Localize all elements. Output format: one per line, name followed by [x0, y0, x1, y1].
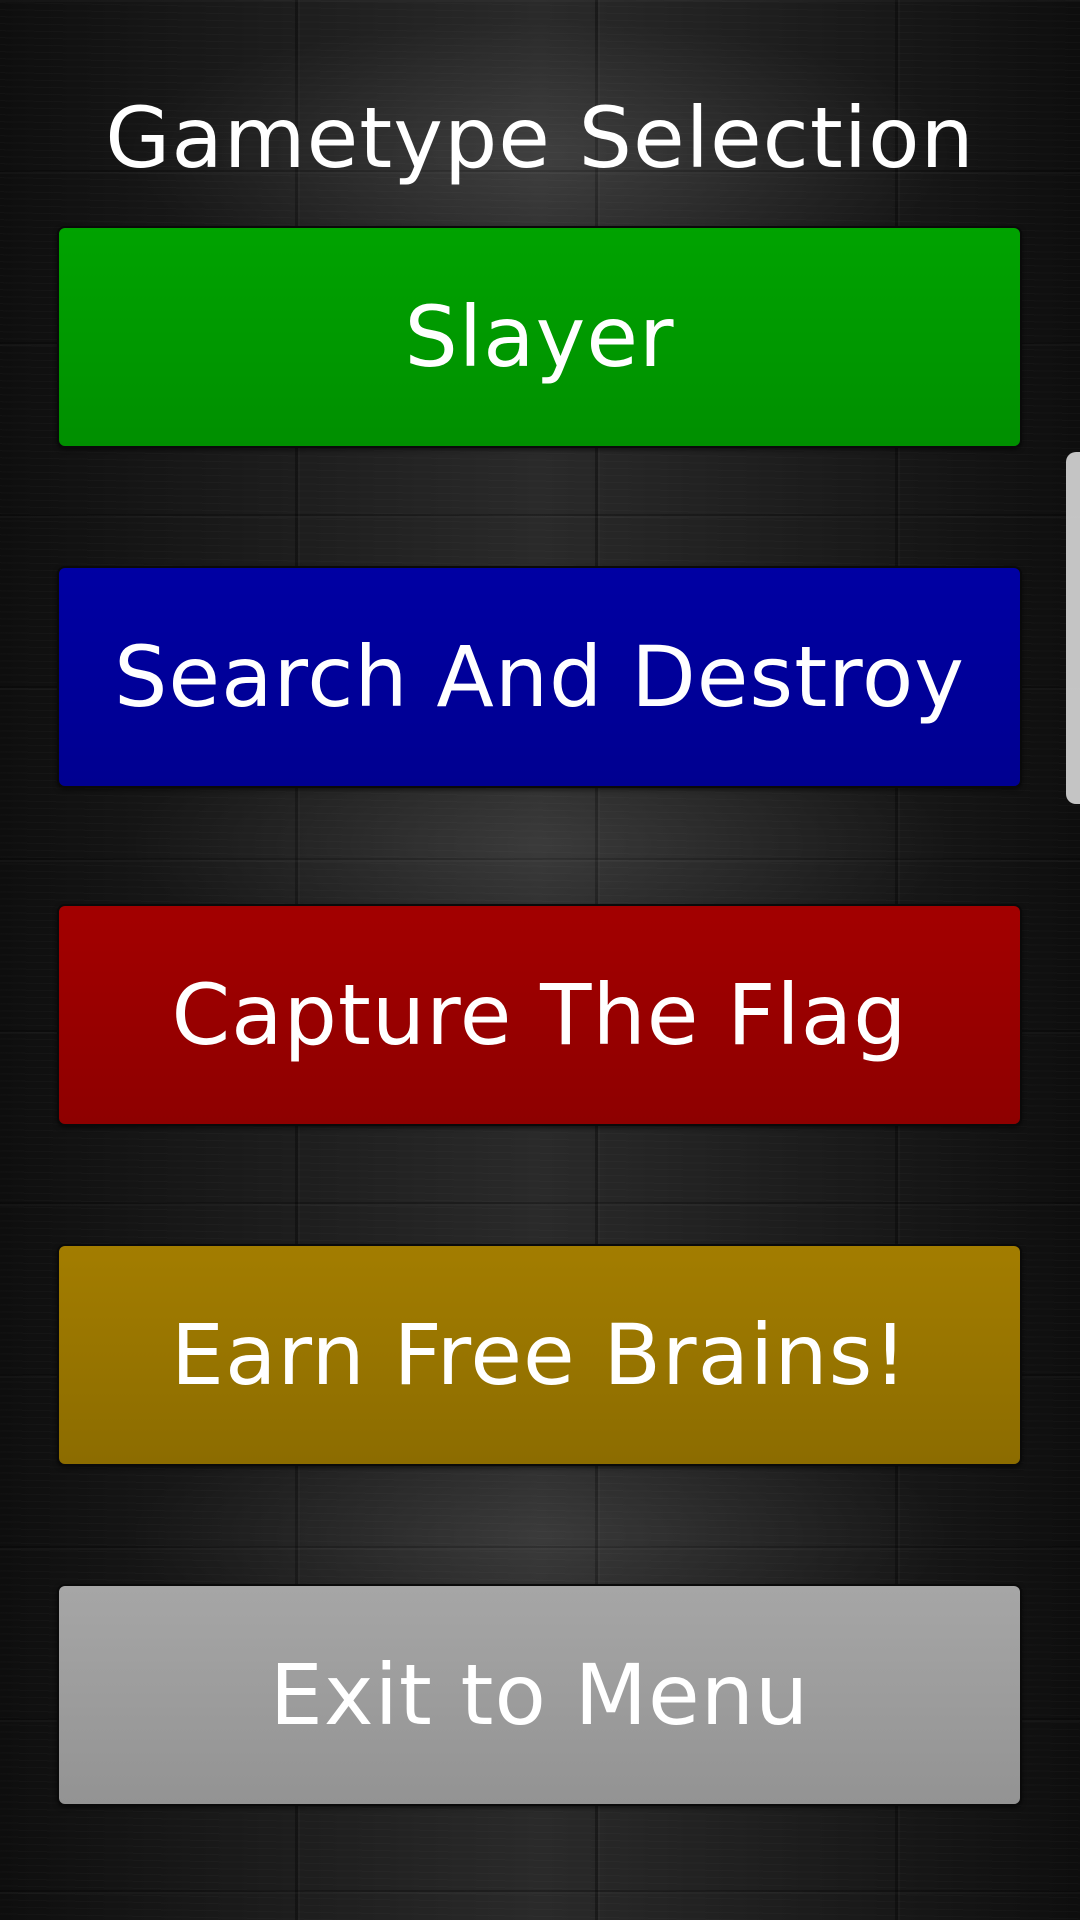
earn-free-brains-button[interactable]: Earn Free Brains!	[57, 1244, 1022, 1466]
scrollbar-thumb[interactable]	[1066, 452, 1080, 804]
search-and-destroy-button[interactable]: Search And Destroy	[57, 566, 1022, 788]
exit-to-menu-button[interactable]: Exit to Menu	[57, 1584, 1022, 1806]
slayer-button[interactable]: Slayer	[57, 226, 1022, 448]
page-title: Gametype Selection	[105, 89, 975, 187]
capture-the-flag-button[interactable]: Capture The Flag	[57, 904, 1022, 1126]
